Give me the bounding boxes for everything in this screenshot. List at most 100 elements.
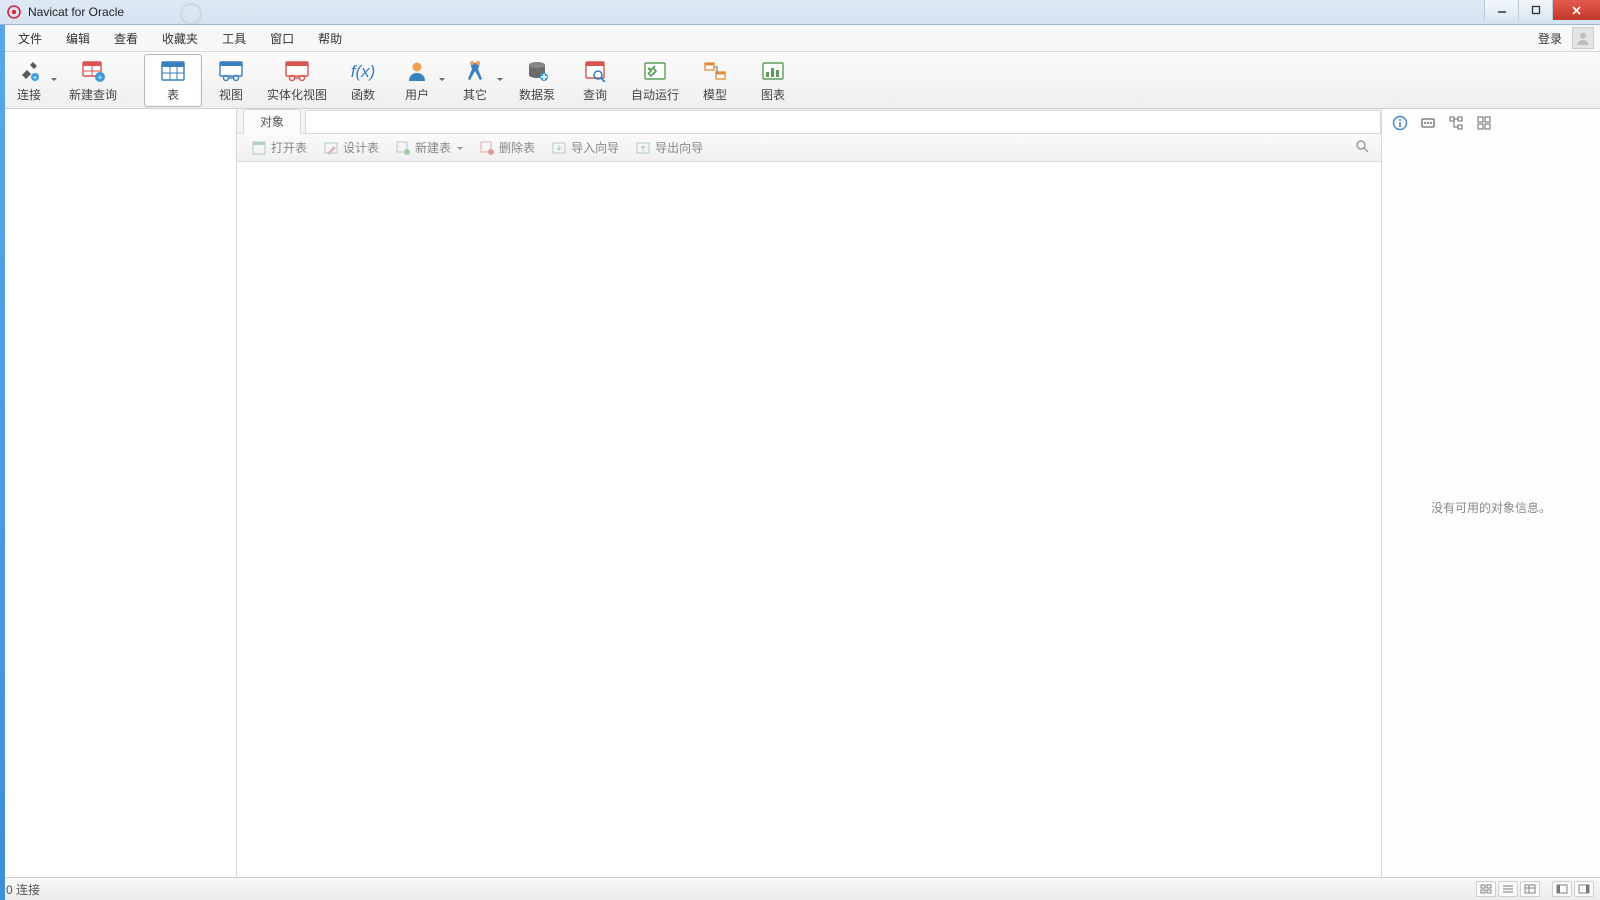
layout-right-panel-button[interactable] xyxy=(1574,881,1594,897)
toolbar-table[interactable]: 表 xyxy=(144,54,202,107)
layout-left-panel-button[interactable] xyxy=(1552,881,1572,897)
toolbar-chart-label: 图表 xyxy=(761,86,785,103)
object-sub-toolbar: 打开表 设计表 新建表 删除表 导入向导 导出向导 xyxy=(237,134,1381,162)
view-list-button[interactable] xyxy=(1498,881,1518,897)
maximize-button[interactable] xyxy=(1518,0,1552,20)
status-right-controls xyxy=(1476,881,1594,897)
svg-text:+: + xyxy=(33,73,38,82)
menu-tools[interactable]: 工具 xyxy=(210,26,258,51)
connection-tree-sidebar[interactable] xyxy=(0,109,237,877)
info-icon[interactable] xyxy=(1390,113,1410,133)
toolbar-materialized-view[interactable]: 实体化视图 xyxy=(260,54,334,107)
export-wizard-button[interactable]: 导出向导 xyxy=(627,137,711,158)
svg-text:+: + xyxy=(98,73,103,82)
model-icon xyxy=(701,58,729,84)
toolbar-data-pump[interactable]: 数据泵 xyxy=(508,54,566,107)
menu-window[interactable]: 窗口 xyxy=(258,26,306,51)
menu-edit[interactable]: 编辑 xyxy=(54,26,102,51)
dependency-icon[interactable] xyxy=(1446,113,1466,133)
toolbar-table-label: 表 xyxy=(167,86,179,103)
menu-file[interactable]: 文件 xyxy=(6,26,54,51)
window-title: Navicat for Oracle xyxy=(28,5,124,19)
tab-strip-empty xyxy=(305,110,1381,133)
new-table-button[interactable]: 新建表 xyxy=(387,137,471,158)
chart-icon xyxy=(759,58,787,84)
left-window-edge xyxy=(0,25,5,900)
ddl-icon[interactable] xyxy=(1418,113,1438,133)
avatar-icon[interactable] xyxy=(1572,27,1594,49)
toolbar-model-label: 模型 xyxy=(703,86,727,103)
info-panel: 没有可用的对象信息。 xyxy=(1382,109,1600,877)
plug-icon: + xyxy=(15,58,43,84)
svg-text:f(x): f(x) xyxy=(351,62,376,81)
toolbar-query-label: 查询 xyxy=(583,86,607,103)
info-panel-toolbar xyxy=(1382,109,1600,137)
object-search-button[interactable] xyxy=(1349,137,1375,158)
delete-table-icon xyxy=(479,140,495,156)
table-icon xyxy=(159,58,187,84)
body-area: 对象 打开表 设计表 新建表 删除表 导入向导 xyxy=(0,109,1600,877)
toolbar-matview-label: 实体化视图 xyxy=(267,86,327,103)
menu-view[interactable]: 查看 xyxy=(102,26,150,51)
new-table-icon xyxy=(395,140,411,156)
minimize-button[interactable] xyxy=(1484,0,1518,20)
design-table-icon xyxy=(323,140,339,156)
preview-icon[interactable] xyxy=(1474,113,1494,133)
toolbar-new-query[interactable]: + 新建查询 xyxy=(62,54,124,107)
status-connections: 0 连接 xyxy=(6,881,40,898)
menu-bar: 文件 编辑 查看 收藏夹 工具 窗口 帮助 登录 xyxy=(0,25,1600,52)
delete-table-button[interactable]: 删除表 xyxy=(471,137,543,158)
open-table-button[interactable]: 打开表 xyxy=(243,137,315,158)
menu-fav[interactable]: 收藏夹 xyxy=(150,26,210,51)
open-table-icon xyxy=(251,140,267,156)
background-ghost xyxy=(160,0,600,25)
toolbar-connection[interactable]: + 连接 xyxy=(4,54,62,107)
open-table-label: 打开表 xyxy=(271,139,307,156)
toolbar-user-label: 用户 xyxy=(405,86,429,103)
export-wizard-label: 导出向导 xyxy=(655,139,703,156)
table-plus-icon: + xyxy=(79,58,107,84)
close-button[interactable] xyxy=(1552,0,1600,20)
materialized-view-icon xyxy=(283,58,311,84)
toolbar-model[interactable]: 模型 xyxy=(686,54,744,107)
status-bar: 0 连接 xyxy=(0,877,1600,900)
tab-objects-label: 对象 xyxy=(260,113,284,130)
toolbar-datapump-label: 数据泵 xyxy=(519,86,555,103)
toolbar-automation-label: 自动运行 xyxy=(631,86,679,103)
toolbar-view[interactable]: 视图 xyxy=(202,54,260,107)
design-table-button[interactable]: 设计表 xyxy=(315,137,387,158)
info-panel-empty: 没有可用的对象信息。 xyxy=(1382,137,1600,877)
app-icon xyxy=(6,4,22,20)
export-icon xyxy=(635,140,651,156)
toolbar-chart[interactable]: 图表 xyxy=(744,54,802,107)
tab-strip: 对象 xyxy=(237,109,1381,134)
window-controls xyxy=(1484,0,1600,24)
toolbar-function[interactable]: f(x) 函数 xyxy=(334,54,392,107)
user-icon xyxy=(403,58,431,84)
new-table-label: 新建表 xyxy=(415,139,451,156)
title-bar: Navicat for Oracle xyxy=(0,0,1600,25)
database-icon xyxy=(523,58,551,84)
toolbar-new-query-label: 新建查询 xyxy=(69,86,117,103)
menu-help[interactable]: 帮助 xyxy=(306,26,354,51)
tab-objects[interactable]: 对象 xyxy=(243,109,301,134)
toolbar-other[interactable]: 其它 xyxy=(450,54,508,107)
center-panel: 对象 打开表 设计表 新建表 删除表 导入向导 xyxy=(237,109,1382,877)
toolbar-automation[interactable]: 自动运行 xyxy=(624,54,686,107)
design-table-label: 设计表 xyxy=(343,139,379,156)
object-list-area[interactable] xyxy=(237,162,1381,877)
login-link[interactable]: 登录 xyxy=(1532,26,1568,51)
info-panel-empty-text: 没有可用的对象信息。 xyxy=(1431,499,1551,516)
toolbar-connection-label: 连接 xyxy=(17,86,41,103)
query-icon xyxy=(581,58,609,84)
toolbar-query[interactable]: 查询 xyxy=(566,54,624,107)
toolbar-view-label: 视图 xyxy=(219,86,243,103)
toolbar-user[interactable]: 用户 xyxy=(392,54,450,107)
import-icon xyxy=(551,140,567,156)
toolbar-function-label: 函数 xyxy=(351,86,375,103)
import-wizard-button[interactable]: 导入向导 xyxy=(543,137,627,158)
function-icon: f(x) xyxy=(349,58,377,84)
view-grid-button[interactable] xyxy=(1476,881,1496,897)
view-detail-button[interactable] xyxy=(1520,881,1540,897)
import-wizard-label: 导入向导 xyxy=(571,139,619,156)
